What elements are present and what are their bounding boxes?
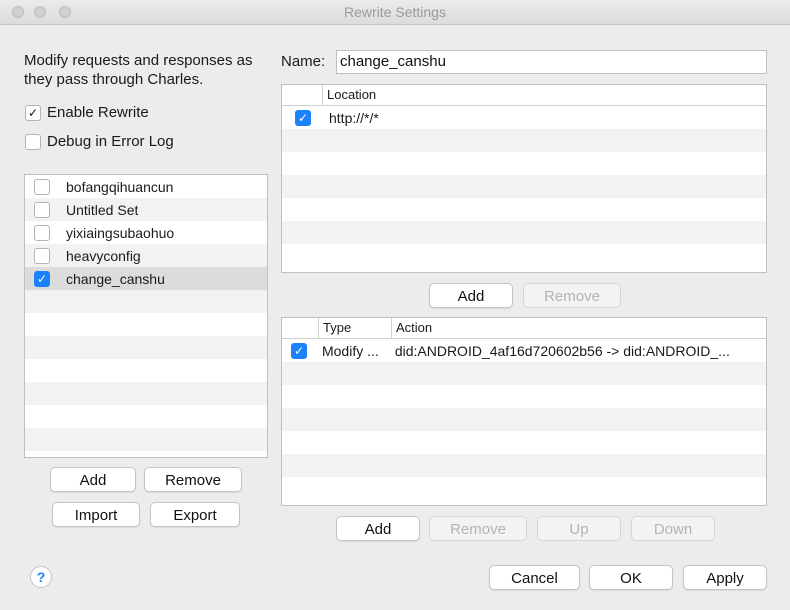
location-value: http://*/*: [329, 109, 379, 126]
export-button[interactable]: Export: [150, 502, 240, 527]
list-item[interactable]: heavyconfig: [25, 244, 267, 267]
rule-checkbox[interactable]: ✓: [291, 342, 307, 359]
empty-row: [25, 382, 267, 405]
set-checkbox[interactable]: [34, 247, 50, 264]
list-item-selected[interactable]: ✓ change_canshu: [25, 267, 267, 290]
table-row[interactable]: ✓ http://*/*: [282, 106, 766, 129]
empty-row: [282, 198, 766, 221]
empty-row: [25, 336, 267, 359]
name-label: Name:: [281, 53, 326, 70]
add-location-button[interactable]: Add: [429, 283, 513, 308]
remove-rule-button[interactable]: Remove: [429, 516, 527, 541]
empty-row: [282, 152, 766, 175]
enable-rewrite-checkbox[interactable]: ✓: [25, 104, 41, 121]
set-name: change_canshu: [66, 270, 165, 287]
rules-header: Type Action: [282, 318, 766, 339]
window-title: Rewrite Settings: [344, 4, 446, 20]
empty-row: [282, 385, 766, 408]
locations-header: Location: [282, 85, 766, 106]
rule-action: did:ANDROID_4af16d720602b56 -> did:ANDRO…: [394, 342, 730, 359]
empty-row: [282, 454, 766, 477]
set-checkbox[interactable]: [34, 224, 50, 241]
rules-table[interactable]: Type Action ✓ Modify ... did:ANDROID_4af…: [281, 317, 767, 506]
action-column-header[interactable]: Action: [391, 318, 766, 338]
cancel-button[interactable]: Cancel: [489, 565, 580, 590]
ok-button[interactable]: OK: [589, 565, 673, 590]
empty-row: [282, 362, 766, 385]
table-row[interactable]: ✓ Modify ... did:ANDROID_4af16d720602b56…: [282, 339, 766, 362]
empty-row: [282, 221, 766, 244]
debug-log-label: Debug in Error Log: [47, 133, 174, 150]
type-column-header[interactable]: Type: [318, 318, 391, 338]
set-name: bofangqihuancun: [66, 178, 174, 195]
name-field[interactable]: change_canshu: [336, 50, 767, 74]
empty-row: [25, 405, 267, 428]
import-button[interactable]: Import: [52, 502, 140, 527]
remove-set-button[interactable]: Remove: [144, 467, 242, 492]
set-name: heavyconfig: [66, 247, 141, 264]
debug-log-row[interactable]: Debug in Error Log: [25, 133, 174, 150]
set-checkbox[interactable]: [34, 178, 50, 195]
empty-row: [282, 431, 766, 454]
empty-row: [282, 129, 766, 152]
help-button[interactable]: ?: [30, 566, 52, 588]
empty-row: [282, 175, 766, 198]
description-text: Modify requests and responses as they pa…: [24, 52, 253, 88]
list-item[interactable]: Untitled Set: [25, 198, 267, 221]
locations-table[interactable]: Location ✓ http://*/*: [281, 84, 767, 273]
location-column-header[interactable]: Location: [322, 85, 762, 105]
empty-row: [25, 428, 267, 451]
title-bar: Rewrite Settings: [0, 0, 790, 25]
set-name: Untitled Set: [66, 201, 139, 218]
list-item[interactable]: yixiaingsubaohuo: [25, 221, 267, 244]
enable-rewrite-row[interactable]: ✓ Enable Rewrite: [25, 104, 149, 121]
enable-rewrite-label: Enable Rewrite: [47, 104, 149, 121]
empty-row: [25, 290, 267, 313]
empty-row: [25, 313, 267, 336]
move-up-button[interactable]: Up: [537, 516, 621, 541]
add-set-button[interactable]: Add: [50, 467, 136, 492]
apply-button[interactable]: Apply: [683, 565, 767, 590]
empty-row: [282, 244, 766, 267]
remove-location-button[interactable]: Remove: [523, 283, 621, 308]
set-name: yixiaingsubaohuo: [66, 224, 175, 241]
set-checkbox[interactable]: ✓: [34, 270, 50, 287]
location-checkbox[interactable]: ✓: [295, 109, 311, 126]
add-rule-button[interactable]: Add: [336, 516, 420, 541]
empty-row: [25, 359, 267, 382]
move-down-button[interactable]: Down: [631, 516, 715, 541]
list-item[interactable]: bofangqihuancun: [25, 175, 267, 198]
empty-row: [282, 477, 766, 500]
empty-row: [25, 451, 267, 457]
debug-log-checkbox[interactable]: [25, 133, 41, 150]
rule-type: Modify ...: [321, 342, 379, 359]
empty-row: [282, 408, 766, 431]
set-checkbox[interactable]: [34, 201, 50, 218]
rewrite-sets-list[interactable]: bofangqihuancun Untitled Set yixiaingsub…: [24, 174, 268, 458]
